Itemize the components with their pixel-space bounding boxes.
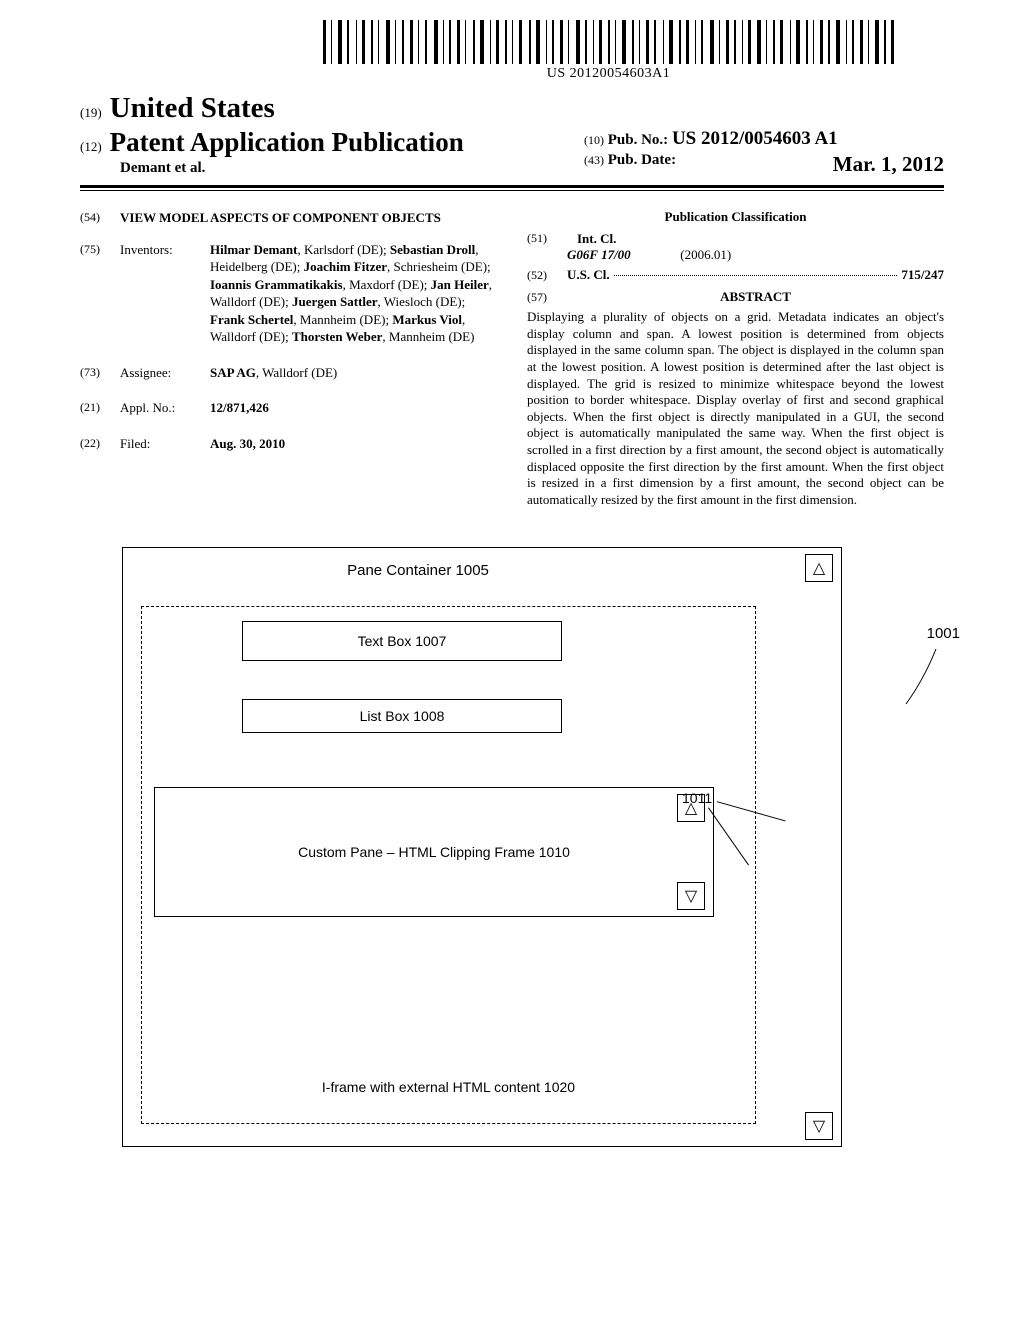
uscl-value: 715/247 — [901, 267, 944, 283]
intcl-row: (51) Int. Cl. — [527, 231, 944, 247]
inventor-location: , Maxdorf (DE); — [343, 277, 431, 292]
intcl-label: Int. Cl. — [577, 231, 616, 247]
inventors-label: Inventors: — [120, 241, 210, 346]
inventor-location: , Mannheim (DE); — [293, 312, 392, 327]
abstract-text: Displaying a plurality of objects on a g… — [527, 309, 944, 509]
assignee-loc: , Walldorf (DE) — [256, 365, 337, 380]
inventor-name: Juergen Sattler — [292, 294, 378, 309]
inventor-name: Joachim Fitzer — [304, 259, 387, 274]
barcode-number: US 20120054603A1 — [323, 66, 894, 82]
pub-no-label: Pub. No.: — [608, 132, 672, 148]
code-51: (51) — [527, 231, 567, 247]
code-52: (52) — [527, 268, 567, 283]
right-column: Publication Classification (51) Int. Cl.… — [527, 209, 944, 509]
filed-label: Filed: — [120, 435, 210, 453]
leader-line-1001 — [906, 649, 938, 709]
intcl-year: (2006.01) — [680, 247, 731, 262]
filed-row: (22) Filed: Aug. 30, 2010 — [80, 435, 497, 453]
appl-label: Appl. No.: — [120, 399, 210, 417]
filed-value: Aug. 30, 2010 — [210, 435, 497, 453]
barcode-graphic — [323, 20, 894, 64]
list-box: List Box 1008 — [242, 699, 562, 733]
uscl-label: U.S. Cl. — [567, 267, 610, 283]
assignee-value: SAP AG, Walldorf (DE) — [210, 364, 497, 382]
uscl-row: (52) U.S. Cl. 715/247 — [527, 267, 944, 283]
intcl-main: G06F 17/00 — [567, 247, 677, 263]
code-73: (73) — [80, 364, 120, 382]
inventor-location: , Wiesloch (DE); — [378, 294, 466, 309]
code-19: (19) — [80, 105, 102, 120]
code-10: (10) — [584, 133, 604, 147]
inventor-location: , Karlsdorf (DE); — [298, 242, 390, 257]
iframe-label: I-frame with external HTML content 1020 — [142, 1079, 755, 1095]
title-row: (54) VIEW MODEL ASPECTS OF COMPONENT OBJ… — [80, 209, 497, 227]
inventors-list: Hilmar Demant, Karlsdorf (DE); Sebastian… — [210, 241, 497, 346]
code-54: (54) — [80, 209, 120, 227]
inventor-name: Jan Heiler — [431, 277, 489, 292]
pane-container-title: Pane Container 1005 — [273, 562, 563, 579]
custom-pane-label: Custom Pane – HTML Clipping Frame 1010 — [155, 844, 713, 860]
inventor-name: Sebastian Droll — [390, 242, 475, 257]
inventor-location: , Mannheim (DE) — [382, 329, 474, 344]
outer-scroll-up-icon[interactable]: △ — [805, 554, 833, 582]
code-57: (57) — [527, 290, 567, 305]
inventor-name: Hilmar Demant — [210, 242, 298, 257]
outer-scroll-down-icon[interactable]: ▽ — [805, 1112, 833, 1140]
authors-line: Demant et al. — [120, 160, 584, 177]
left-column: (54) VIEW MODEL ASPECTS OF COMPONENT OBJ… — [80, 209, 497, 509]
inventors-row: (75) Inventors: Hilmar Demant, Karlsdorf… — [80, 241, 497, 346]
classification-heading: Publication Classification — [527, 209, 944, 225]
text-box: Text Box 1007 — [242, 621, 562, 661]
figure-wrap: Pane Container 1005 △ ▽ Text Box 1007 Li… — [122, 547, 902, 1147]
abstract-head-row: (57) ABSTRACT — [527, 289, 944, 305]
pub-date-value: Mar. 1, 2012 — [833, 152, 944, 177]
inventor-name: Markus Viol — [392, 312, 462, 327]
biblio-columns: (54) VIEW MODEL ASPECTS OF COMPONENT OBJ… — [80, 209, 944, 509]
rule-thin — [80, 190, 944, 191]
uscl-dots — [614, 275, 898, 276]
code-21: (21) — [80, 399, 120, 417]
appl-value: 12/871,426 — [210, 399, 497, 417]
label-1001: 1001 — [927, 625, 960, 642]
pub-no-value: US 2012/0054603 A1 — [672, 128, 838, 149]
inner-scroll-down-icon[interactable]: ▽ — [677, 882, 705, 910]
code-43: (43) — [584, 153, 604, 167]
intcl-value-row: G06F 17/00 (2006.01) — [567, 247, 944, 263]
outer-frame: Pane Container 1005 △ ▽ Text Box 1007 Li… — [122, 547, 842, 1147]
inventor-location: , Schriesheim (DE); — [387, 259, 491, 274]
country-name: United States — [110, 92, 275, 124]
publication-type: Patent Application Publication — [110, 127, 464, 157]
assignee-row: (73) Assignee: SAP AG, Walldorf (DE) — [80, 364, 497, 382]
code-12: (12) — [80, 139, 102, 154]
pub-date-label: Pub. Date: — [608, 152, 676, 168]
barcode-block: US 20120054603A1 — [323, 20, 894, 82]
inventor-name: Ioannis Grammatikakis — [210, 277, 343, 292]
document-header: (19) United States (12) Patent Applicati… — [80, 92, 944, 191]
inventor-name: Thorsten Weber — [292, 329, 382, 344]
assignee-label: Assignee: — [120, 364, 210, 382]
dashed-frame: Text Box 1007 List Box 1008 Custom Pane … — [141, 606, 756, 1124]
assignee-name: SAP AG — [210, 365, 256, 380]
appl-row: (21) Appl. No.: 12/871,426 — [80, 399, 497, 417]
code-22: (22) — [80, 435, 120, 453]
invention-title: VIEW MODEL ASPECTS OF COMPONENT OBJECTS — [120, 209, 497, 227]
code-75: (75) — [80, 241, 120, 346]
custom-pane: Custom Pane – HTML Clipping Frame 1010 △… — [154, 787, 714, 917]
label-1011: 1011 — [682, 790, 712, 806]
rule-thick — [80, 185, 944, 188]
inventor-name: Frank Schertel — [210, 312, 293, 327]
abstract-heading: ABSTRACT — [567, 289, 944, 305]
